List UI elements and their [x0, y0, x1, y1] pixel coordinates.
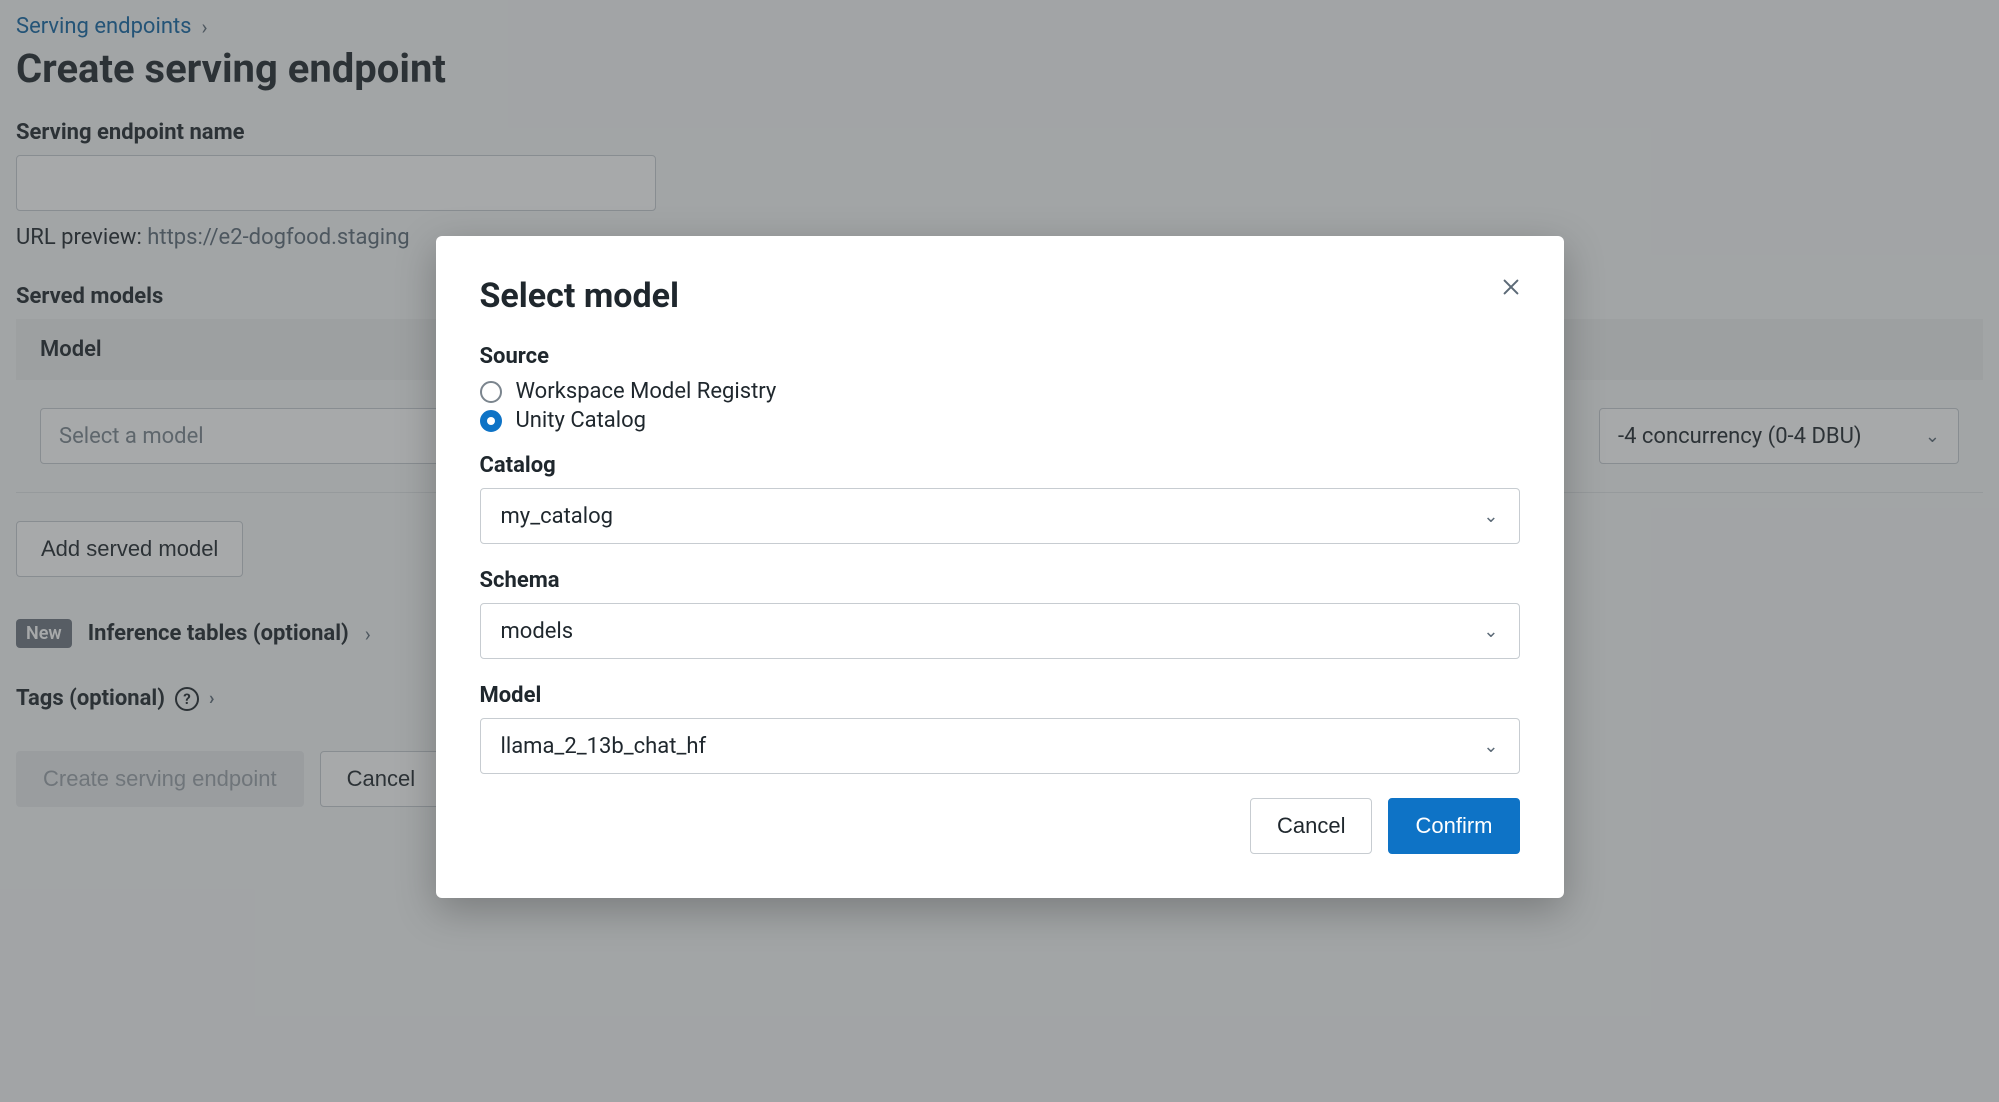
radio-workspace[interactable]: Workspace Model Registry	[480, 379, 1520, 404]
model-dropdown[interactable]: llama_2_13b_chat_hf ⌄	[480, 718, 1520, 774]
chevron-down-icon: ⌄	[1483, 736, 1498, 757]
radio-icon	[480, 381, 502, 403]
modal-footer: Cancel Confirm	[480, 798, 1520, 854]
radio-workspace-label: Workspace Model Registry	[516, 379, 777, 404]
source-radios: Workspace Model Registry Unity Catalog	[480, 379, 1520, 433]
source-label: Source	[480, 344, 1520, 369]
schema-label: Schema	[480, 568, 1520, 593]
model-label: Model	[480, 683, 1520, 708]
select-model-modal: Select model Source Workspace Model Regi…	[436, 236, 1564, 898]
modal-overlay[interactable]: Select model Source Workspace Model Regi…	[0, 0, 1999, 1102]
chevron-down-icon: ⌄	[1483, 621, 1498, 642]
modal-title: Select model	[480, 276, 1520, 316]
modal-confirm-button[interactable]: Confirm	[1388, 798, 1519, 854]
catalog-label: Catalog	[480, 453, 1520, 478]
chevron-down-icon: ⌄	[1483, 506, 1498, 527]
schema-dropdown[interactable]: models ⌄	[480, 603, 1520, 659]
radio-icon	[480, 410, 502, 432]
close-button[interactable]	[1494, 270, 1528, 304]
model-value: llama_2_13b_chat_hf	[501, 734, 707, 759]
radio-unity-label: Unity Catalog	[516, 408, 647, 433]
catalog-dropdown[interactable]: my_catalog ⌄	[480, 488, 1520, 544]
schema-value: models	[501, 619, 574, 644]
catalog-value: my_catalog	[501, 504, 614, 529]
close-icon	[1500, 276, 1522, 298]
modal-cancel-button[interactable]: Cancel	[1250, 798, 1372, 854]
radio-unity-catalog[interactable]: Unity Catalog	[480, 408, 1520, 433]
